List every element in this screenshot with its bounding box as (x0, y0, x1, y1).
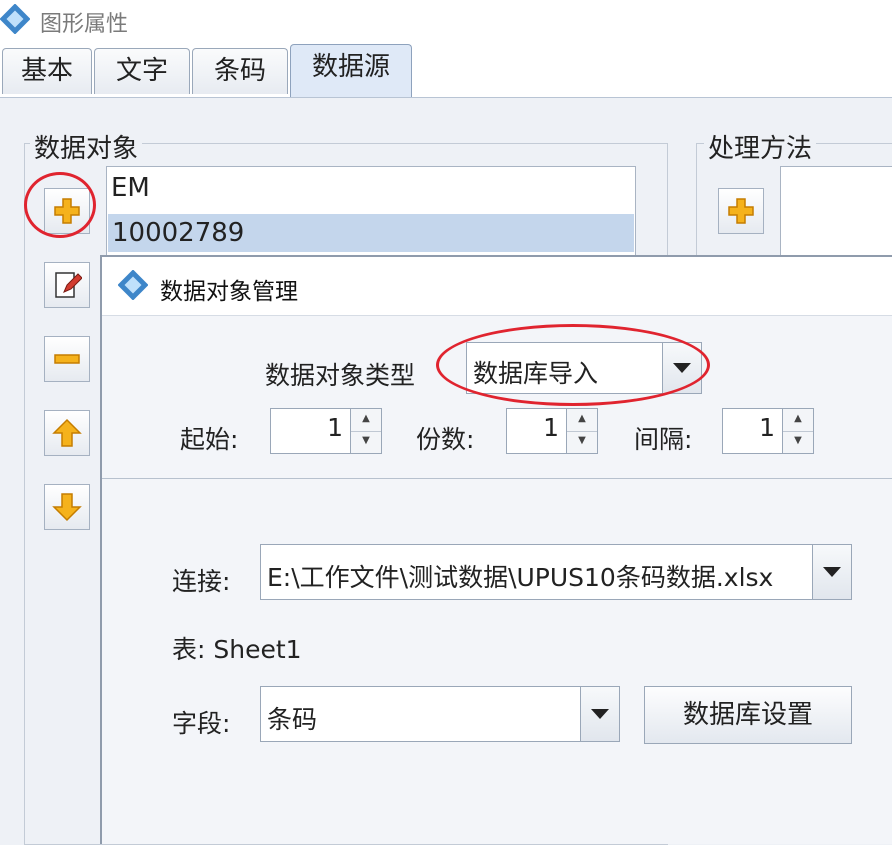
data-object-legend: 数据对象 (30, 128, 143, 165)
list-item[interactable]: EM (111, 173, 150, 203)
field-select[interactable]: 条码 (260, 686, 620, 742)
window-title: 图形属性 (40, 12, 129, 37)
tab-basic[interactable]: 基本 (2, 48, 92, 94)
field-value: 条码 (267, 705, 318, 734)
move-down-button[interactable] (44, 484, 90, 530)
chevron-down-icon[interactable] (580, 687, 619, 741)
spin-down-icon[interactable]: ▼ (783, 431, 813, 453)
copies-label: 份数: (416, 425, 475, 454)
connection-value: E:\工作文件\测试数据\UPUS10条码数据.xlsx (267, 563, 774, 592)
start-label: 起始: (180, 425, 239, 454)
dialog-title: 数据对象管理 (160, 279, 298, 305)
start-spin-buttons: ▲ ▼ (350, 409, 381, 453)
start-stepper[interactable]: 1 ▲ ▼ (270, 408, 382, 454)
chevron-down-icon[interactable] (812, 545, 851, 599)
processing-list[interactable] (780, 166, 892, 262)
tab-text[interactable]: 文字 (94, 48, 190, 94)
add-processing-button[interactable] (718, 188, 764, 234)
dialog-app-icon (117, 269, 149, 304)
spin-up-icon[interactable]: ▲ (567, 409, 597, 432)
edit-icon (55, 272, 82, 298)
spin-up-icon[interactable]: ▲ (351, 409, 381, 432)
connection-label: 连接: (172, 567, 231, 596)
interval-spin-buttons: ▲ ▼ (782, 409, 813, 453)
remove-data-object-button[interactable] (44, 336, 90, 382)
copies-spin-buttons: ▲ ▼ (566, 409, 597, 453)
app-logo-icon (0, 3, 31, 35)
dialog-separator (102, 478, 892, 479)
start-value: 1 (327, 413, 343, 442)
database-settings-button[interactable]: 数据库设置 (644, 686, 852, 744)
list-item-selected[interactable]: 10002789 (108, 214, 634, 252)
data-object-list[interactable]: EM 10002789 (106, 166, 636, 262)
move-up-button[interactable] (44, 410, 90, 456)
type-label: 数据对象类型 (265, 361, 416, 390)
spin-down-icon[interactable]: ▼ (567, 431, 597, 453)
spin-up-icon[interactable]: ▲ (783, 409, 813, 432)
title-bar (0, 0, 892, 40)
highlight-ring-type (436, 324, 710, 406)
edit-data-object-button[interactable] (44, 262, 90, 308)
interval-value: 1 (759, 413, 775, 442)
tab-barcode[interactable]: 条码 (192, 48, 288, 94)
interval-stepper[interactable]: 1 ▲ ▼ (722, 408, 814, 454)
arrow-down-icon (52, 493, 82, 522)
spin-down-icon[interactable]: ▼ (351, 431, 381, 453)
highlight-ring-add (24, 172, 96, 238)
tab-data-source[interactable]: 数据源 (290, 44, 412, 97)
plus-icon (728, 198, 754, 224)
table-name: 表: Sheet1 (172, 635, 302, 664)
interval-label: 间隔: (634, 425, 693, 454)
field-label: 字段: (172, 709, 231, 738)
arrow-up-icon (52, 418, 82, 447)
copies-value: 1 (543, 413, 559, 442)
minus-icon (54, 354, 80, 364)
connection-select[interactable]: E:\工作文件\测试数据\UPUS10条码数据.xlsx (260, 544, 852, 600)
processing-legend: 处理方法 (704, 128, 817, 165)
copies-stepper[interactable]: 1 ▲ ▼ (506, 408, 598, 454)
